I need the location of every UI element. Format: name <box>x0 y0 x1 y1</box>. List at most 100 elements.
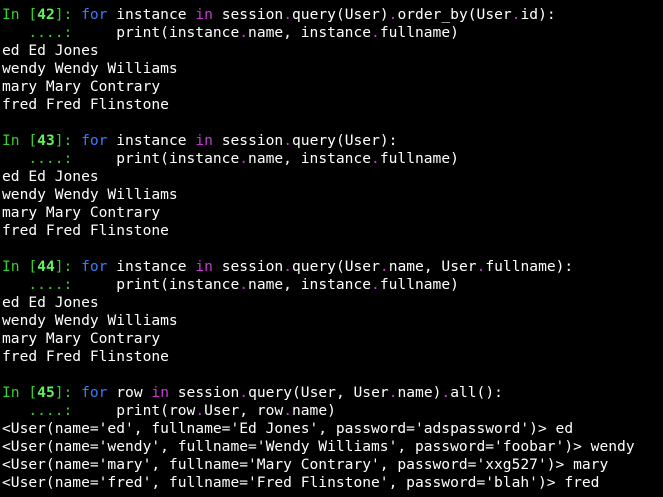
code-token: . <box>283 132 293 149</box>
code-token: order_by(User <box>397 6 512 23</box>
output-line: fred Fred Flinstone <box>2 222 169 240</box>
code-token: fullname): <box>485 258 574 275</box>
continuation-prompt: ....: <box>2 402 73 419</box>
code-token: fullname) <box>379 24 459 41</box>
output-line: mary Mary Contrary <box>2 330 160 348</box>
code-token: in <box>151 384 169 401</box>
continuation-line: ....: print(instance.name, instance.full… <box>2 276 459 294</box>
output-line: mary Mary Contrary <box>2 78 160 96</box>
code-token: query(User, User <box>248 384 389 401</box>
code-token: session <box>212 6 284 23</box>
prompt-number: 44 <box>37 258 55 275</box>
code-token: print(instance <box>72 276 240 293</box>
code-token: session <box>168 384 240 401</box>
prompt-label: In [ <box>2 384 38 401</box>
code-token: fullname) <box>379 276 459 293</box>
code-token: instance <box>107 132 196 149</box>
code-token: for <box>81 384 108 401</box>
code-token: name, instance <box>248 24 372 41</box>
code-token: . <box>239 384 249 401</box>
code-token: User, row <box>204 402 284 419</box>
code-token: session <box>212 258 284 275</box>
output-text: ed Ed Jones <box>2 42 99 59</box>
output-text: mary Mary Contrary <box>2 78 161 95</box>
code-token: name, instance <box>248 150 372 167</box>
output-line: <User(name='ed', fullname='Ed Jones', pa… <box>2 420 573 438</box>
code-token: in <box>195 258 213 275</box>
code-token: print(instance <box>72 150 240 167</box>
output-line: <User(name='fred', fullname='Fred Flinst… <box>2 474 599 492</box>
output-text: wendy Wendy Williams <box>2 312 178 329</box>
output-line: wendy Wendy Williams <box>2 60 178 78</box>
output-text: mary Mary Contrary <box>2 330 161 347</box>
output-text: <User(name='mary', fullname='Mary Contra… <box>2 456 609 473</box>
output-text: fred Fred Flinstone <box>2 222 169 239</box>
input-line: In [45]: for row in session.query(User, … <box>2 384 503 402</box>
code-token: session <box>212 132 284 149</box>
code-token: . <box>371 276 380 293</box>
output-line: ed Ed Jones <box>2 168 99 186</box>
code-token: . <box>283 402 292 419</box>
code-token: . <box>379 258 389 275</box>
prompt-label: In [ <box>2 132 38 149</box>
code-token: . <box>371 24 380 41</box>
prompt-label: ]: <box>54 132 73 149</box>
input-line: In [43]: for instance in session.query(U… <box>2 132 397 150</box>
code-token: . <box>195 402 205 419</box>
prompt-number: 42 <box>37 6 55 23</box>
code-token: row <box>107 384 152 401</box>
input-line: In [44]: for instance in session.query(U… <box>2 258 573 276</box>
output-text: ed Ed Jones <box>2 294 99 311</box>
output-line: mary Mary Contrary <box>2 204 160 222</box>
continuation-line: ....: print(instance.name, instance.full… <box>2 24 459 42</box>
input-line: In [42]: for instance in session.query(U… <box>2 6 556 24</box>
code-token: . <box>283 6 293 23</box>
code-token: for <box>81 258 108 275</box>
code-token: . <box>239 276 249 293</box>
code-token: id): <box>520 6 556 23</box>
code-token: query(User) <box>292 6 389 23</box>
prompt-label: In [ <box>2 6 38 23</box>
output-line: wendy Wendy Williams <box>2 186 178 204</box>
code-token: name, User <box>388 258 477 275</box>
output-text: <User(name='ed', fullname='Ed Jones', pa… <box>2 420 574 437</box>
code-token: name) <box>397 384 442 401</box>
output-line: <User(name='wendy', fullname='Wendy Will… <box>2 438 635 456</box>
output-text: <User(name='fred', fullname='Fred Flinst… <box>2 474 600 491</box>
code-token: fullname) <box>379 150 459 167</box>
code-token: print(instance <box>72 24 240 41</box>
code-token: . <box>239 150 249 167</box>
output-line: fred Fred Flinstone <box>2 96 169 114</box>
output-text: fred Fred Flinstone <box>2 348 169 365</box>
output-text: mary Mary Contrary <box>2 204 161 221</box>
code-token: query(User <box>292 258 380 275</box>
code-token: in <box>195 132 213 149</box>
prompt-label: ]: <box>54 6 73 23</box>
code-token: print(row <box>72 402 196 419</box>
output-line: wendy Wendy Williams <box>2 312 178 330</box>
terminal-window[interactable]: In [42]: for instance in session.query(U… <box>0 0 663 497</box>
code-token: name, instance <box>248 276 372 293</box>
continuation-prompt: ....: <box>2 150 73 167</box>
code-token: all(): <box>450 384 503 401</box>
continuation-line: ....: print(row.User, row.name) <box>2 402 336 420</box>
output-line: <User(name='mary', fullname='Mary Contra… <box>2 456 608 474</box>
code-token: . <box>511 6 521 23</box>
prompt-label: In [ <box>2 258 38 275</box>
code-token: for <box>81 132 108 149</box>
code-token: . <box>371 150 380 167</box>
code-token: in <box>195 6 213 23</box>
code-token: . <box>283 258 293 275</box>
code-token: for <box>81 6 108 23</box>
code-token: . <box>239 24 249 41</box>
output-line: ed Ed Jones <box>2 294 99 312</box>
continuation-prompt: ....: <box>2 276 73 293</box>
output-text: wendy Wendy Williams <box>2 186 178 203</box>
prompt-label: ]: <box>54 384 73 401</box>
prompt-number: 45 <box>37 384 55 401</box>
continuation-line: ....: print(instance.name, instance.full… <box>2 150 459 168</box>
prompt-label: ]: <box>54 258 73 275</box>
